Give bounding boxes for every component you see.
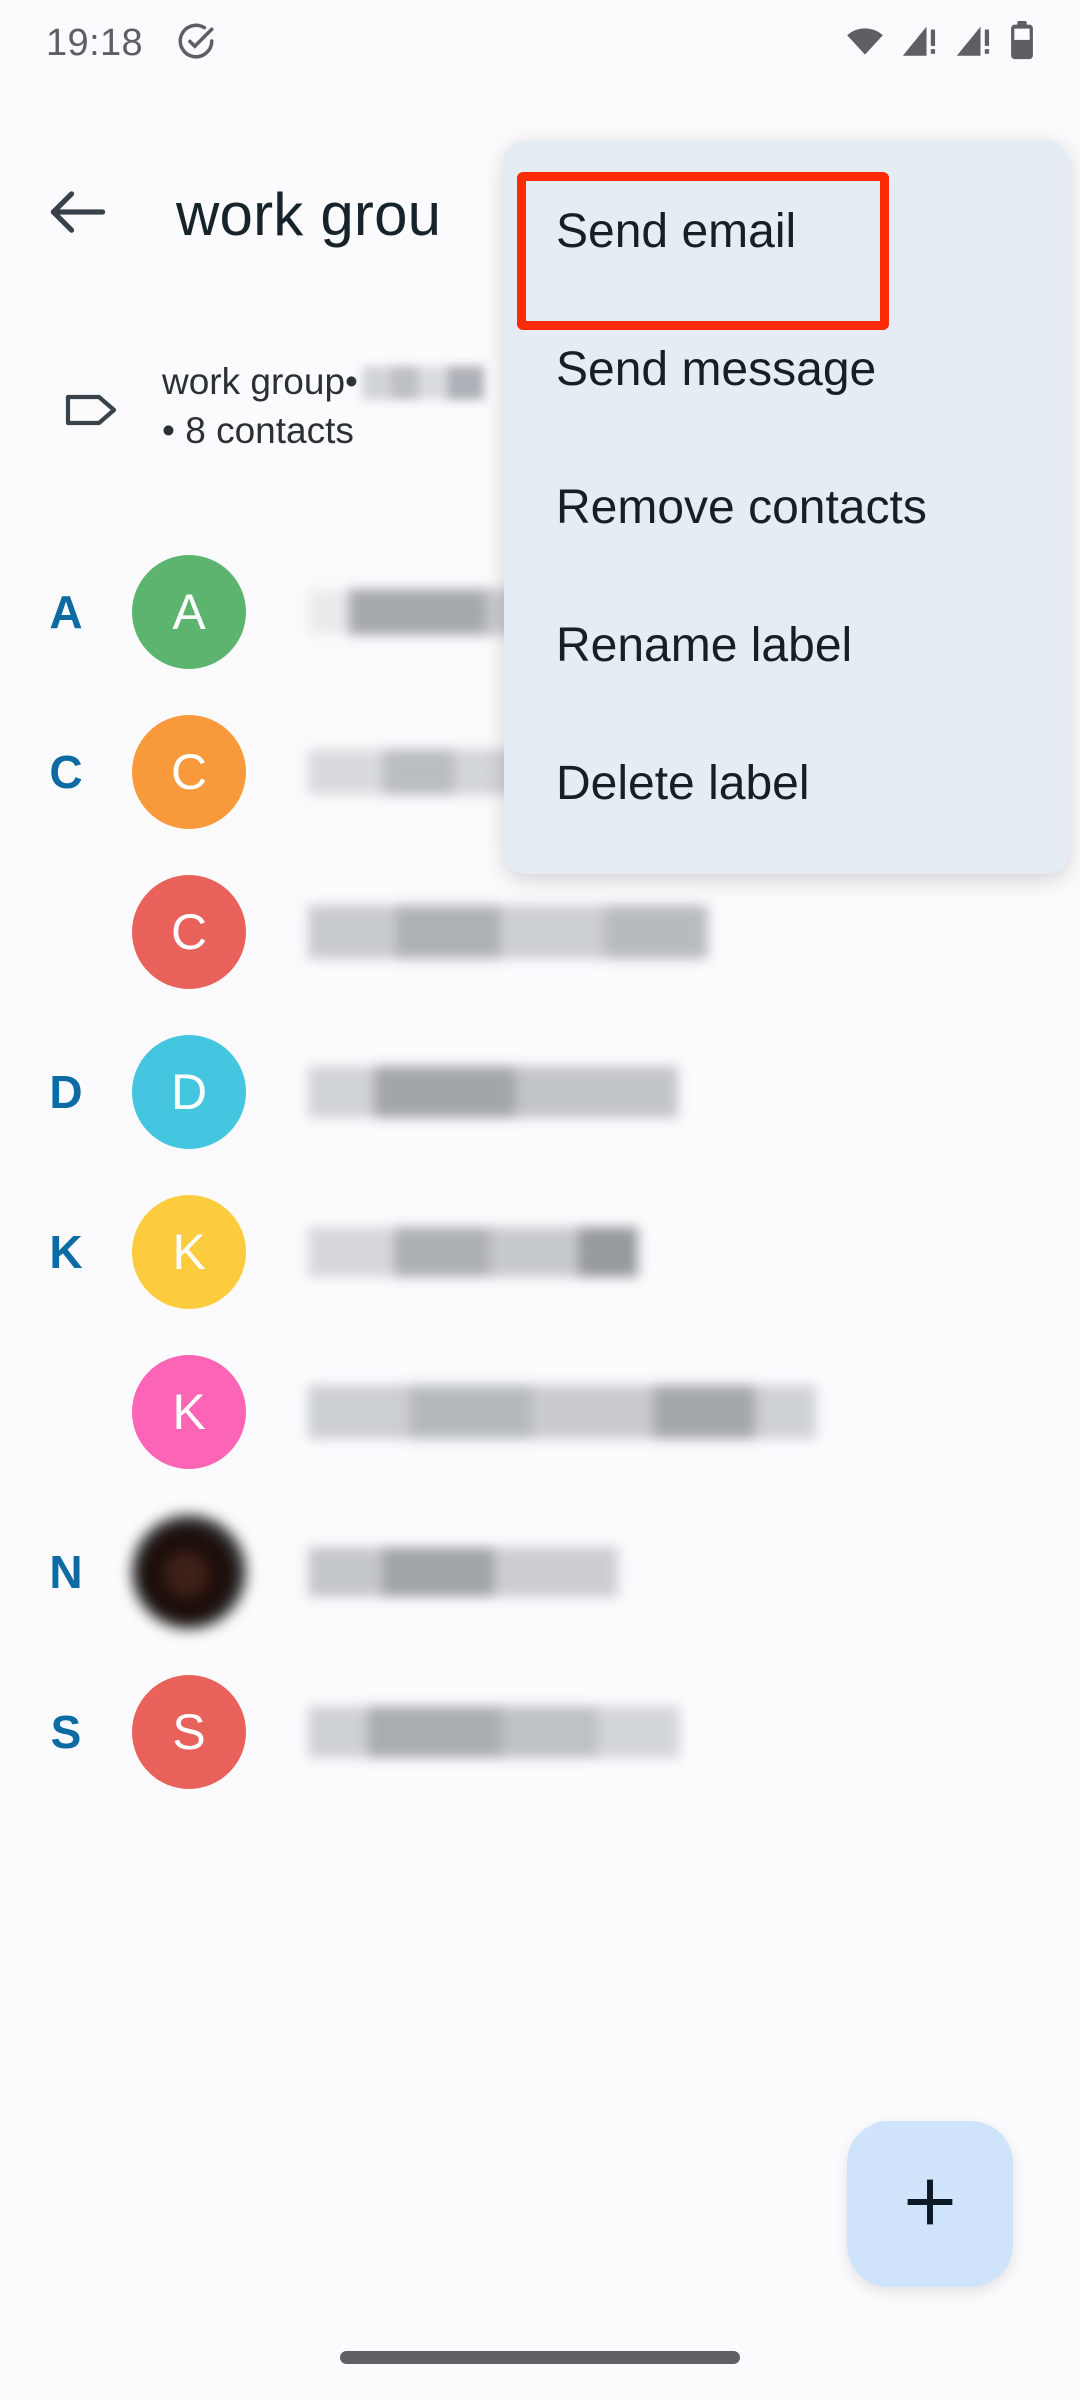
wifi-icon: [844, 24, 886, 63]
overflow-menu: Send email Send message Remove contacts …: [504, 140, 1069, 874]
contact-name-redacted: [308, 905, 708, 959]
menu-item-label: Send message: [556, 342, 877, 396]
menu-item-send-email[interactable]: Send email: [504, 162, 1069, 300]
index-letter: N: [49, 1546, 83, 1598]
avatar: K: [132, 1195, 246, 1309]
signal-no-sim-icon: [900, 23, 940, 64]
avatar-photo: [132, 1515, 246, 1629]
battery-icon: [1008, 20, 1036, 66]
label-separator: •: [345, 361, 358, 402]
menu-item-remove-contacts[interactable]: Remove contacts: [504, 438, 1069, 576]
signal-no-sim-icon: [954, 23, 994, 64]
back-arrow-icon: [46, 184, 110, 245]
contact-name-redacted: [308, 1547, 618, 1597]
page-title: work grou: [176, 180, 442, 248]
label-tag-icon: [62, 384, 122, 441]
avatar: C: [132, 715, 246, 829]
table-row[interactable]: C: [0, 852, 1080, 1012]
avatar: S: [132, 1675, 246, 1789]
index-letter: A: [49, 586, 83, 638]
table-row[interactable]: K K: [0, 1172, 1080, 1332]
index-letter: K: [49, 1226, 83, 1278]
index-letter: S: [50, 1706, 82, 1758]
table-row[interactable]: D D: [0, 1012, 1080, 1172]
contact-name-redacted: [308, 1385, 816, 1439]
menu-item-send-message[interactable]: Send message: [504, 300, 1069, 438]
avatar: C: [132, 875, 246, 989]
avatar: A: [132, 555, 246, 669]
menu-item-label: Delete label: [556, 756, 810, 810]
contact-name-redacted: [308, 1706, 680, 1758]
status-bar-left: 19:18: [46, 20, 217, 67]
label-contacts-count: • 8 contacts: [162, 409, 354, 451]
contacts-label-screen: 19:18 work grou work group• • 8 contacts…: [0, 0, 1080, 2400]
menu-item-label: Remove contacts: [556, 480, 927, 534]
status-bar: 19:18: [0, 0, 1080, 86]
redacted-label-owner: [362, 366, 484, 400]
avatar: K: [132, 1355, 246, 1469]
avatar: D: [132, 1035, 246, 1149]
status-bar-right: [844, 20, 1036, 66]
label-summary-text: work group• • 8 contacts: [162, 358, 488, 456]
table-row[interactable]: S S: [0, 1652, 1080, 1812]
table-row[interactable]: N: [0, 1492, 1080, 1652]
add-contact-fab[interactable]: [847, 2121, 1013, 2287]
label-name: work group: [162, 361, 346, 402]
menu-item-label: Rename label: [556, 618, 853, 672]
table-row[interactable]: K: [0, 1332, 1080, 1492]
contact-name-redacted: [308, 1066, 678, 1118]
menu-item-delete-label[interactable]: Delete label: [504, 714, 1069, 852]
plus-icon: [899, 2171, 961, 2238]
menu-item-label: Send email: [556, 204, 797, 258]
index-letter: C: [49, 746, 83, 798]
check-circle-icon: [175, 20, 217, 67]
menu-item-rename-label[interactable]: Rename label: [504, 576, 1069, 714]
contact-name-redacted: [308, 1227, 638, 1277]
back-button[interactable]: [22, 184, 134, 245]
index-letter: D: [49, 1066, 83, 1118]
status-bar-clock: 19:18: [46, 21, 144, 64]
home-gesture-bar[interactable]: [340, 2351, 740, 2364]
